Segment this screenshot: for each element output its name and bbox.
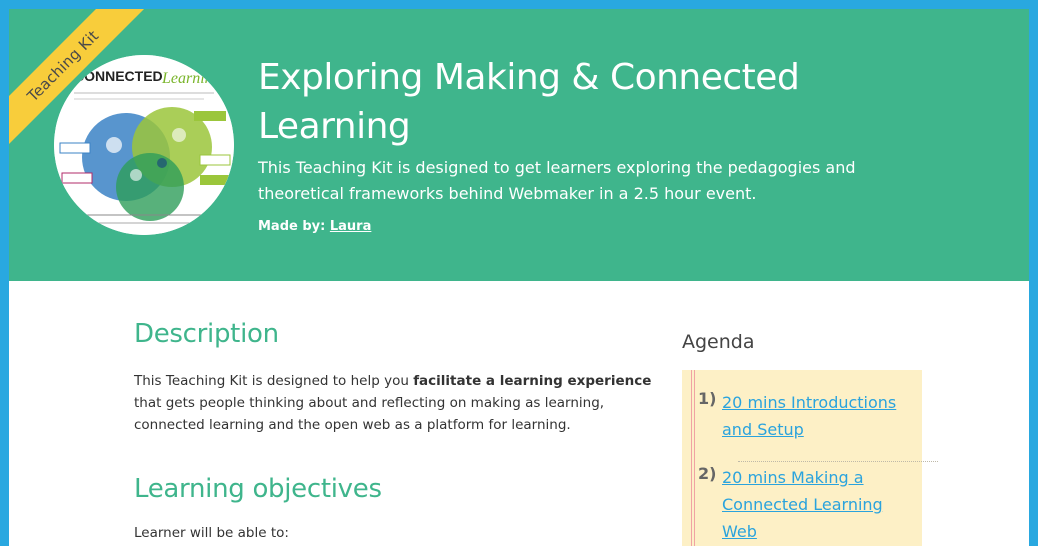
connected-learning-illustration: CONNECTED Learning	[54, 55, 234, 235]
agenda-divider	[738, 461, 938, 462]
learning-objectives-heading: Learning objectives	[134, 474, 382, 504]
agenda-title: Agenda	[682, 331, 755, 353]
kit-subtitle: This Teaching Kit is designed to get lea…	[258, 158, 856, 203]
agenda-list: 1) 20 mins Introductions and Setup 2) 20…	[682, 370, 938, 546]
agenda-margin-rule	[691, 370, 695, 546]
objectives-intro: Learner will be able to:	[134, 525, 289, 541]
agenda-item-number: 2)	[698, 464, 717, 483]
description-text-start: This Teaching Kit is designed to help yo…	[134, 373, 414, 389]
description-text-end: that gets people thinking about and refl…	[134, 395, 605, 433]
page-frame: Teaching Kit CONNECTED Learning Explorin…	[9, 9, 1029, 546]
agenda-item-number: 1)	[698, 389, 717, 408]
description-heading: Description	[134, 319, 279, 349]
kit-title: Exploring Making & Connected Learning	[258, 57, 800, 147]
agenda-item-link[interactable]: 20 mins Making a Connected Learning Web	[722, 464, 918, 545]
svg-text:Learning: Learning	[161, 70, 221, 87]
kit-thumbnail[interactable]: CONNECTED Learning	[54, 55, 234, 235]
author-link[interactable]: Laura	[330, 219, 372, 234]
made-by: Made by: Laura	[258, 219, 371, 234]
description-text-emphasis: facilitate a learning experience	[413, 373, 652, 389]
made-by-label: Made by:	[258, 219, 326, 234]
kit-header: Teaching Kit CONNECTED Learning Explorin…	[9, 9, 1029, 281]
agenda-item-link[interactable]: 20 mins Introductions and Setup	[722, 389, 918, 443]
description-text: This Teaching Kit is designed to help yo…	[134, 370, 674, 436]
